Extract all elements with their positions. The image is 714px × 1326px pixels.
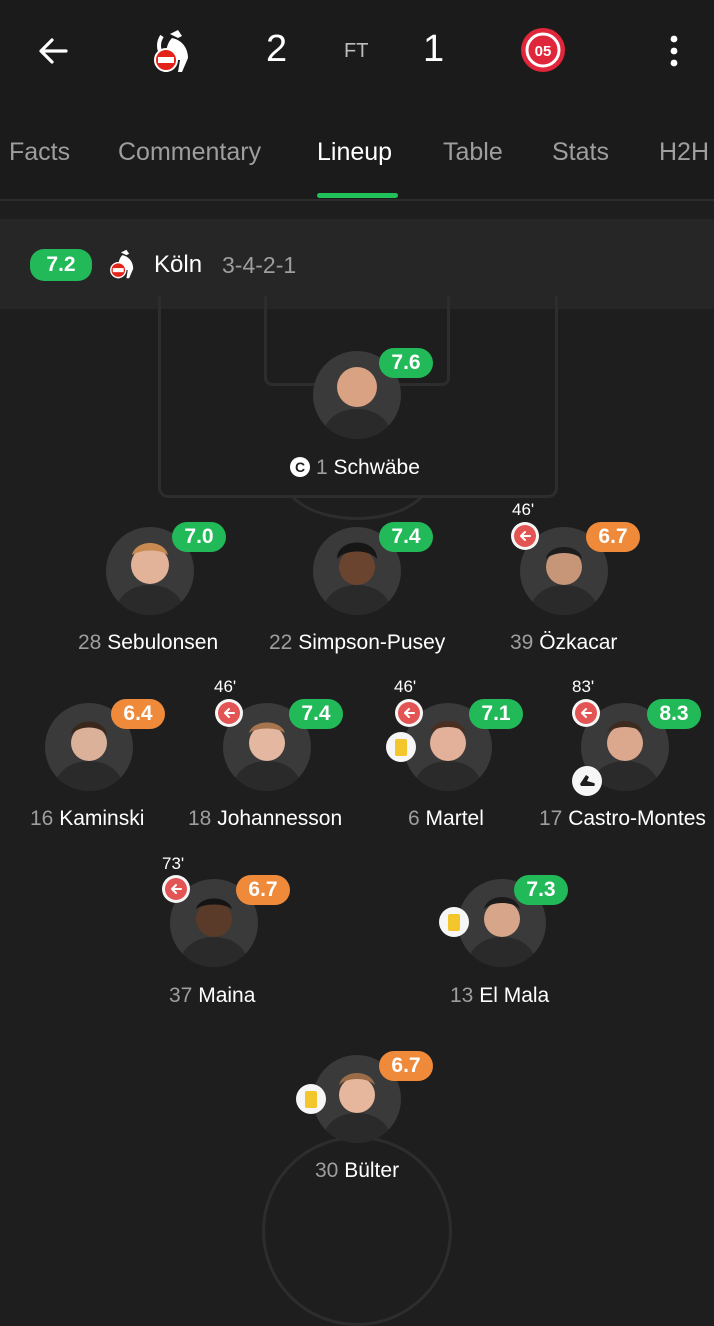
substitution-out-icon — [395, 699, 423, 727]
player-name-label[interactable]: 22 Simpson-Pusey — [269, 631, 445, 655]
tab-h2h[interactable]: H2H — [659, 138, 709, 167]
match-header: 2 FT 1 05 — [0, 0, 714, 100]
substitution-minute: 46' — [214, 677, 237, 696]
match-status: FT — [344, 40, 369, 62]
substitution-minute: 83' — [572, 677, 595, 696]
player-number: 13 — [450, 984, 474, 1007]
player-rating-badge: 7.1 — [469, 699, 523, 729]
svg-text:05: 05 — [535, 43, 552, 60]
tab-bar: Facts Commentary Lineup Table Stats H2H — [0, 100, 714, 200]
player-name: Castro-Montes — [568, 807, 706, 830]
assist-boot-icon — [572, 766, 602, 796]
substitution-out-icon — [511, 522, 539, 550]
player-rating-badge: 6.7 — [379, 1051, 433, 1081]
tabs-divider — [0, 199, 714, 201]
player-rating-badge: 8.3 — [647, 699, 701, 729]
yellow-card-icon — [439, 907, 469, 937]
back-button[interactable] — [30, 28, 76, 74]
player-name-label[interactable]: 6 Martel — [408, 807, 484, 831]
player-name: Johannesson — [217, 807, 343, 830]
substitution-out-icon — [162, 875, 190, 903]
team-rating-badge: 7.2 — [30, 249, 92, 281]
player-rating-badge: 6.7 — [236, 875, 290, 905]
tab-lineup[interactable]: Lineup — [317, 138, 392, 167]
player-name: Özkacar — [539, 631, 618, 654]
player-number: 30 — [315, 1159, 339, 1182]
player-rating-badge: 7.6 — [379, 348, 433, 378]
back-arrow-icon — [39, 38, 68, 64]
player-number: 1 — [316, 456, 328, 479]
player-number: 39 — [510, 631, 534, 654]
player-rating-badge: 6.7 — [586, 522, 640, 552]
more-vertical-icon — [670, 35, 678, 67]
player-name-label[interactable]: 16 Kaminski — [30, 807, 144, 831]
player-name-label[interactable]: 18 Johannesson — [188, 807, 342, 831]
player-number: 18 — [188, 807, 212, 830]
tab-stats[interactable]: Stats — [552, 138, 609, 167]
player-name: Martel — [425, 807, 484, 830]
player-number: 17 — [539, 807, 563, 830]
player-name-label[interactable]: 28 Sebulonsen — [78, 631, 218, 655]
player-rating-badge: 7.4 — [289, 699, 343, 729]
substitution-minute: 46' — [512, 500, 535, 519]
yellow-card-icon — [386, 732, 416, 762]
player-name-label[interactable]: 30 Bülter — [315, 1159, 399, 1183]
player-rating-badge: 7.0 — [172, 522, 226, 552]
yellow-card-icon — [296, 1084, 326, 1114]
captain-icon: C — [290, 457, 310, 477]
player-number: 6 — [408, 807, 420, 830]
substitution-minute: 46' — [394, 677, 417, 696]
substitution-out-icon — [572, 699, 600, 727]
tab-facts[interactable]: Facts — [9, 138, 70, 167]
player-name: El Mala — [479, 984, 550, 1007]
more-options-button[interactable] — [656, 28, 692, 74]
mainz-crest-icon[interactable]: 05 — [519, 26, 569, 76]
player-name: Kaminski — [59, 807, 145, 830]
player-name: Bülter — [344, 1159, 400, 1182]
team-formation: 3-4-2-1 — [222, 252, 297, 278]
player-name-label[interactable]: 37 Maina — [169, 984, 255, 1008]
player-name-label[interactable]: 17 Castro-Montes — [539, 807, 706, 831]
away-score: 1 — [423, 28, 445, 70]
player-name-label[interactable]: 39 Özkacar — [510, 631, 617, 655]
player-number: 16 — [30, 807, 54, 830]
active-tab-indicator — [317, 193, 398, 198]
substitution-out-icon — [215, 699, 243, 727]
player-name-label[interactable]: C1 Schwäbe — [290, 456, 420, 480]
koln-crest-icon — [106, 247, 140, 281]
tab-table[interactable]: Table — [443, 138, 503, 167]
substitution-minute: 73' — [162, 854, 185, 873]
team-name: Köln — [154, 251, 203, 278]
player-name: Schwäbe — [333, 456, 420, 479]
player-name: Maina — [198, 984, 256, 1007]
player-number: 22 — [269, 631, 293, 654]
koln-crest-icon[interactable] — [148, 26, 198, 76]
player-rating-badge: 7.3 — [514, 875, 568, 905]
player-name-label[interactable]: 13 El Mala — [450, 984, 549, 1008]
player-number: 37 — [169, 984, 193, 1007]
player-number: 28 — [78, 631, 102, 654]
player-rating-badge: 6.4 — [111, 699, 165, 729]
tab-commentary[interactable]: Commentary — [118, 138, 261, 167]
player-name: Simpson-Pusey — [298, 631, 446, 654]
home-score: 2 — [266, 28, 288, 70]
player-rating-badge: 7.4 — [379, 522, 433, 552]
player-name: Sebulonsen — [107, 631, 219, 654]
